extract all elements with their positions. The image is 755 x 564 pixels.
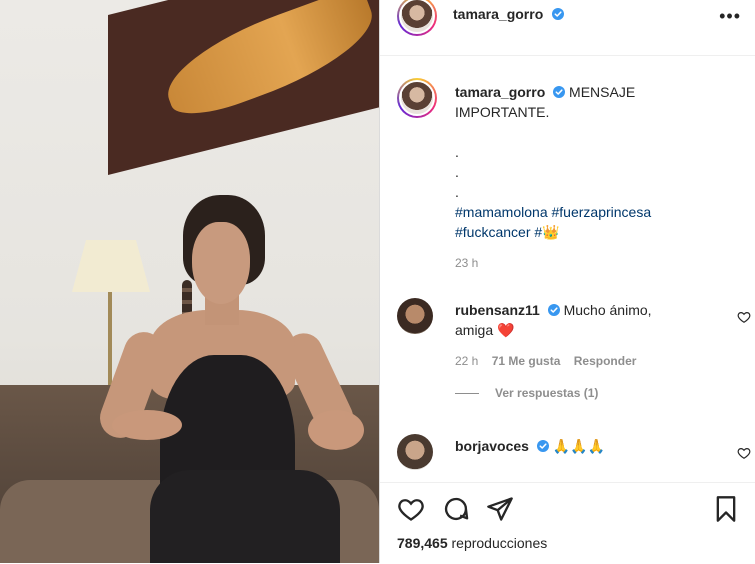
comment-like-heart-icon[interactable] bbox=[737, 310, 751, 324]
comment-text: amiga bbox=[455, 322, 494, 338]
caption-author-avatar[interactable] bbox=[397, 78, 437, 118]
bookmark-icon[interactable] bbox=[712, 495, 740, 523]
person-left-hand bbox=[112, 410, 182, 440]
author-username[interactable]: tamara_gorro bbox=[453, 6, 543, 22]
comment-text: Mucho ánimo, bbox=[563, 302, 652, 318]
verified-badge-icon bbox=[547, 304, 560, 316]
comment-like-heart-icon[interactable] bbox=[737, 446, 751, 460]
commenter-avatar[interactable] bbox=[397, 298, 433, 334]
post-caption: tamara_gorro MENSAJE IMPORTANTE. . . . #… bbox=[455, 82, 739, 270]
comment-text: 🙏🙏🙏 bbox=[552, 438, 606, 454]
author-avatar[interactable] bbox=[397, 0, 437, 36]
view-count-number: 789,465 bbox=[397, 535, 448, 551]
caption-dot: . bbox=[455, 184, 459, 200]
verified-badge-icon bbox=[536, 440, 549, 452]
person-legs bbox=[150, 470, 340, 563]
post-video[interactable] bbox=[0, 0, 379, 563]
reply-button[interactable]: Responder bbox=[574, 354, 637, 368]
instagram-post-view: tamara_gorro ••• tamara_gorro MENSAJE IM… bbox=[0, 0, 755, 563]
hashtag-link[interactable]: #mamamolona bbox=[455, 204, 548, 220]
post-side-panel: tamara_gorro ••• tamara_gorro MENSAJE IM… bbox=[379, 0, 755, 563]
paper-plane-icon[interactable] bbox=[486, 495, 514, 523]
comment-item: rubensanz11 Mucho ánimo, amiga ❤️ 22 h 7… bbox=[455, 300, 739, 400]
post-header: tamara_gorro ••• bbox=[380, 0, 755, 36]
commenter-username[interactable]: borjavoces bbox=[455, 438, 529, 454]
heart-icon[interactable] bbox=[397, 495, 425, 523]
red-heart-emoji: ❤️ bbox=[497, 322, 515, 338]
verified-badge-icon bbox=[551, 8, 564, 20]
view-replies-button[interactable]: Ver respuestas (1) bbox=[495, 386, 598, 400]
comment-icon[interactable] bbox=[442, 495, 470, 523]
lamp-pole bbox=[108, 292, 112, 387]
caption-username[interactable]: tamara_gorro bbox=[455, 84, 545, 100]
hashtag-link[interactable]: #fuerzaprincesa bbox=[552, 204, 652, 220]
replies-line bbox=[455, 392, 479, 394]
verified-badge-icon bbox=[553, 86, 566, 98]
hashtag-link[interactable]: #fuckcancer bbox=[455, 224, 530, 240]
caption-timestamp[interactable]: 23 h bbox=[455, 256, 739, 270]
crown-emoji: 👑 bbox=[542, 224, 560, 240]
comment-item: borjavoces 🙏🙏🙏 bbox=[455, 436, 739, 456]
caption-text-line1: MENSAJE bbox=[569, 84, 636, 100]
caption-text-line2: IMPORTANTE. bbox=[455, 104, 550, 120]
hashtag-link[interactable]: # bbox=[534, 224, 542, 240]
view-count-label: reproducciones bbox=[451, 535, 548, 551]
view-count[interactable]: 789,465 reproducciones bbox=[397, 535, 547, 551]
commenter-username[interactable]: rubensanz11 bbox=[455, 302, 540, 318]
caption-dot: . bbox=[455, 144, 459, 160]
commenter-avatar[interactable] bbox=[397, 434, 433, 470]
person-face bbox=[192, 222, 250, 304]
header-divider bbox=[380, 55, 755, 56]
person-right-hand bbox=[308, 410, 364, 450]
comment-likes[interactable]: 71 Me gusta bbox=[492, 354, 561, 368]
caption-dot: . bbox=[455, 164, 459, 180]
more-options-icon[interactable]: ••• bbox=[719, 6, 741, 27]
comment-timestamp[interactable]: 22 h bbox=[455, 354, 478, 368]
post-actions-bar: 789,465 reproducciones bbox=[380, 482, 755, 564]
